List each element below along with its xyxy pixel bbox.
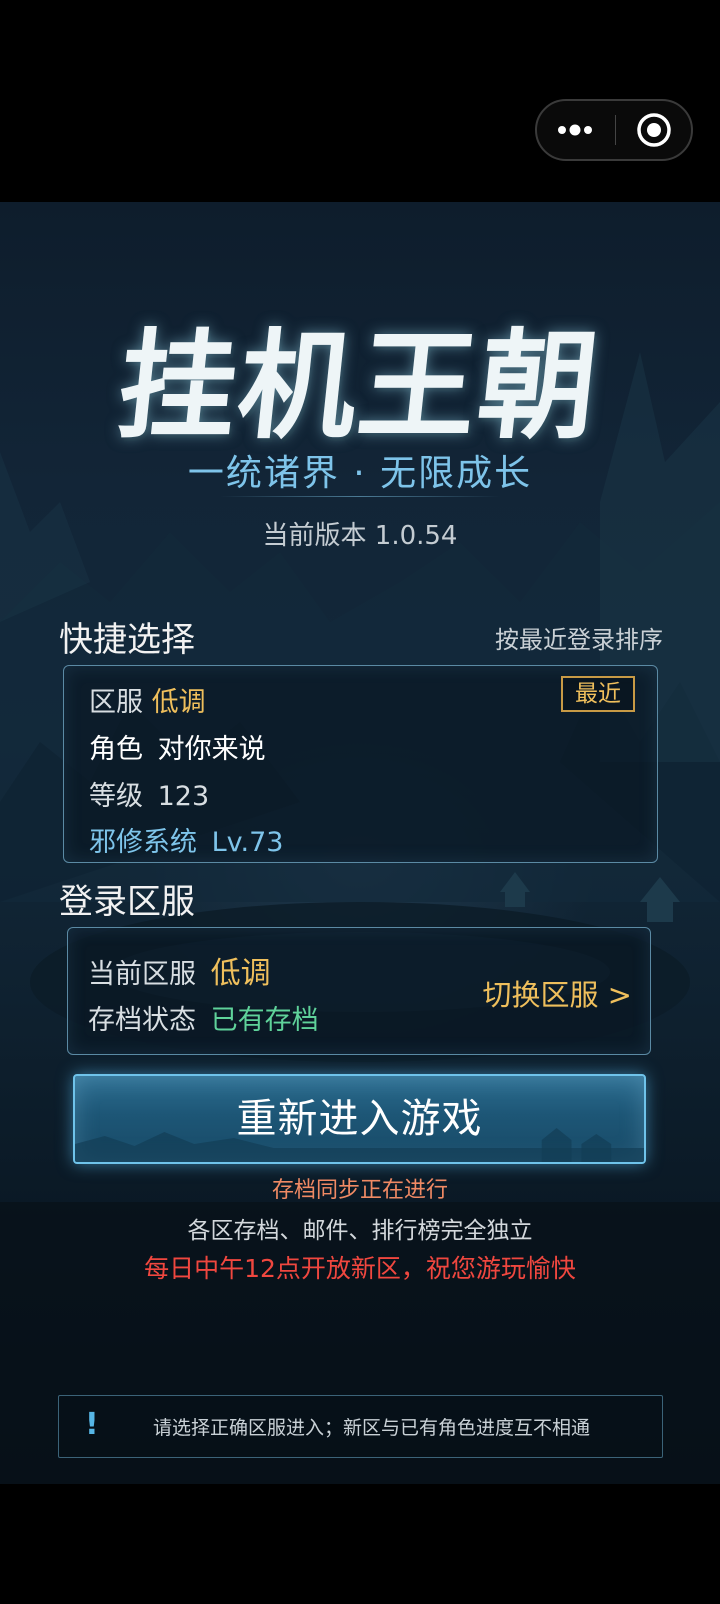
level-value: 123 [157, 781, 210, 812]
notice-text: 请选择正确区服进入；新区与已有角色进度互不相通 [153, 1417, 591, 1439]
sort-by-recent-label[interactable]: 按最近登录排序 [495, 620, 663, 655]
quick-select-card[interactable]: 区服 低调 最近 角色 对你来说 等级 123 邪修系统 Lv.73 [63, 665, 658, 863]
target-circle-icon [636, 113, 671, 147]
exclamation-icon: ! [85, 1407, 99, 1442]
close-miniprogram-button[interactable] [616, 101, 691, 159]
system-label: 邪修系统 [89, 827, 197, 858]
role-row: 角色 对你来说 [89, 727, 266, 766]
login-zone-card: 当前区服 低调 存档状态 已有存档 切换区服 > [67, 927, 651, 1055]
slogan-divider [220, 496, 500, 497]
game-slogan: 一统诸界 · 无限成长 [187, 453, 533, 494]
recent-badge: 最近 [561, 676, 635, 712]
game-launcher-screen: 挂机王朝 一统诸界 · 无限成长 当前版本 1.0.54 快捷选择 按最近登录排… [0, 0, 720, 1604]
switch-zone-button[interactable]: 切换区服 > [482, 972, 632, 1014]
game-title-logo: 挂机王朝 [111, 316, 607, 455]
system-level-value: Lv.73 [211, 827, 284, 858]
independent-info-text: 各区存档、邮件、排行榜完全独立 [187, 1218, 533, 1244]
save-status-row: 存档状态 已有存档 [88, 998, 319, 1037]
system-row: 邪修系统 Lv.73 [89, 820, 283, 859]
game-scene: 挂机王朝 一统诸界 · 无限成长 当前版本 1.0.54 快捷选择 按最近登录排… [0, 202, 720, 1484]
reenter-game-label: 重新进入游戏 [236, 1096, 483, 1142]
sync-status-text: 存档同步正在进行 [271, 1178, 448, 1203]
level-row: 等级 123 [89, 774, 209, 813]
login-zone-title: 登录区服 [59, 882, 195, 922]
current-zone-value: 低调 [210, 956, 271, 991]
new-zone-info-text: 每日中午12点开放新区，祝您游玩愉快 [144, 1254, 576, 1283]
role-label: 角色 [89, 734, 143, 765]
level-label: 等级 [89, 781, 143, 812]
reenter-game-button[interactable]: 重新进入游戏 [73, 1074, 646, 1164]
save-status-label: 存档状态 [88, 1005, 196, 1036]
zone-label: 区服 [89, 687, 143, 718]
version-label: 当前版本 1.0.54 [262, 521, 458, 551]
zone-row: 区服 低调 [89, 680, 206, 719]
notice-bar: ! 请选择正确区服进入；新区与已有角色进度互不相通 [58, 1395, 663, 1458]
current-zone-label: 当前区服 [88, 959, 196, 990]
current-zone-row: 当前区服 低调 [88, 948, 271, 992]
more-button[interactable] [537, 101, 615, 159]
save-status-value: 已有存档 [210, 1005, 319, 1036]
quick-select-title: 快捷选择 [59, 620, 195, 660]
role-value: 对你来说 [157, 734, 266, 765]
miniprogram-capsule [535, 99, 693, 161]
zone-value: 低调 [151, 687, 206, 718]
more-dots-icon [558, 124, 592, 136]
